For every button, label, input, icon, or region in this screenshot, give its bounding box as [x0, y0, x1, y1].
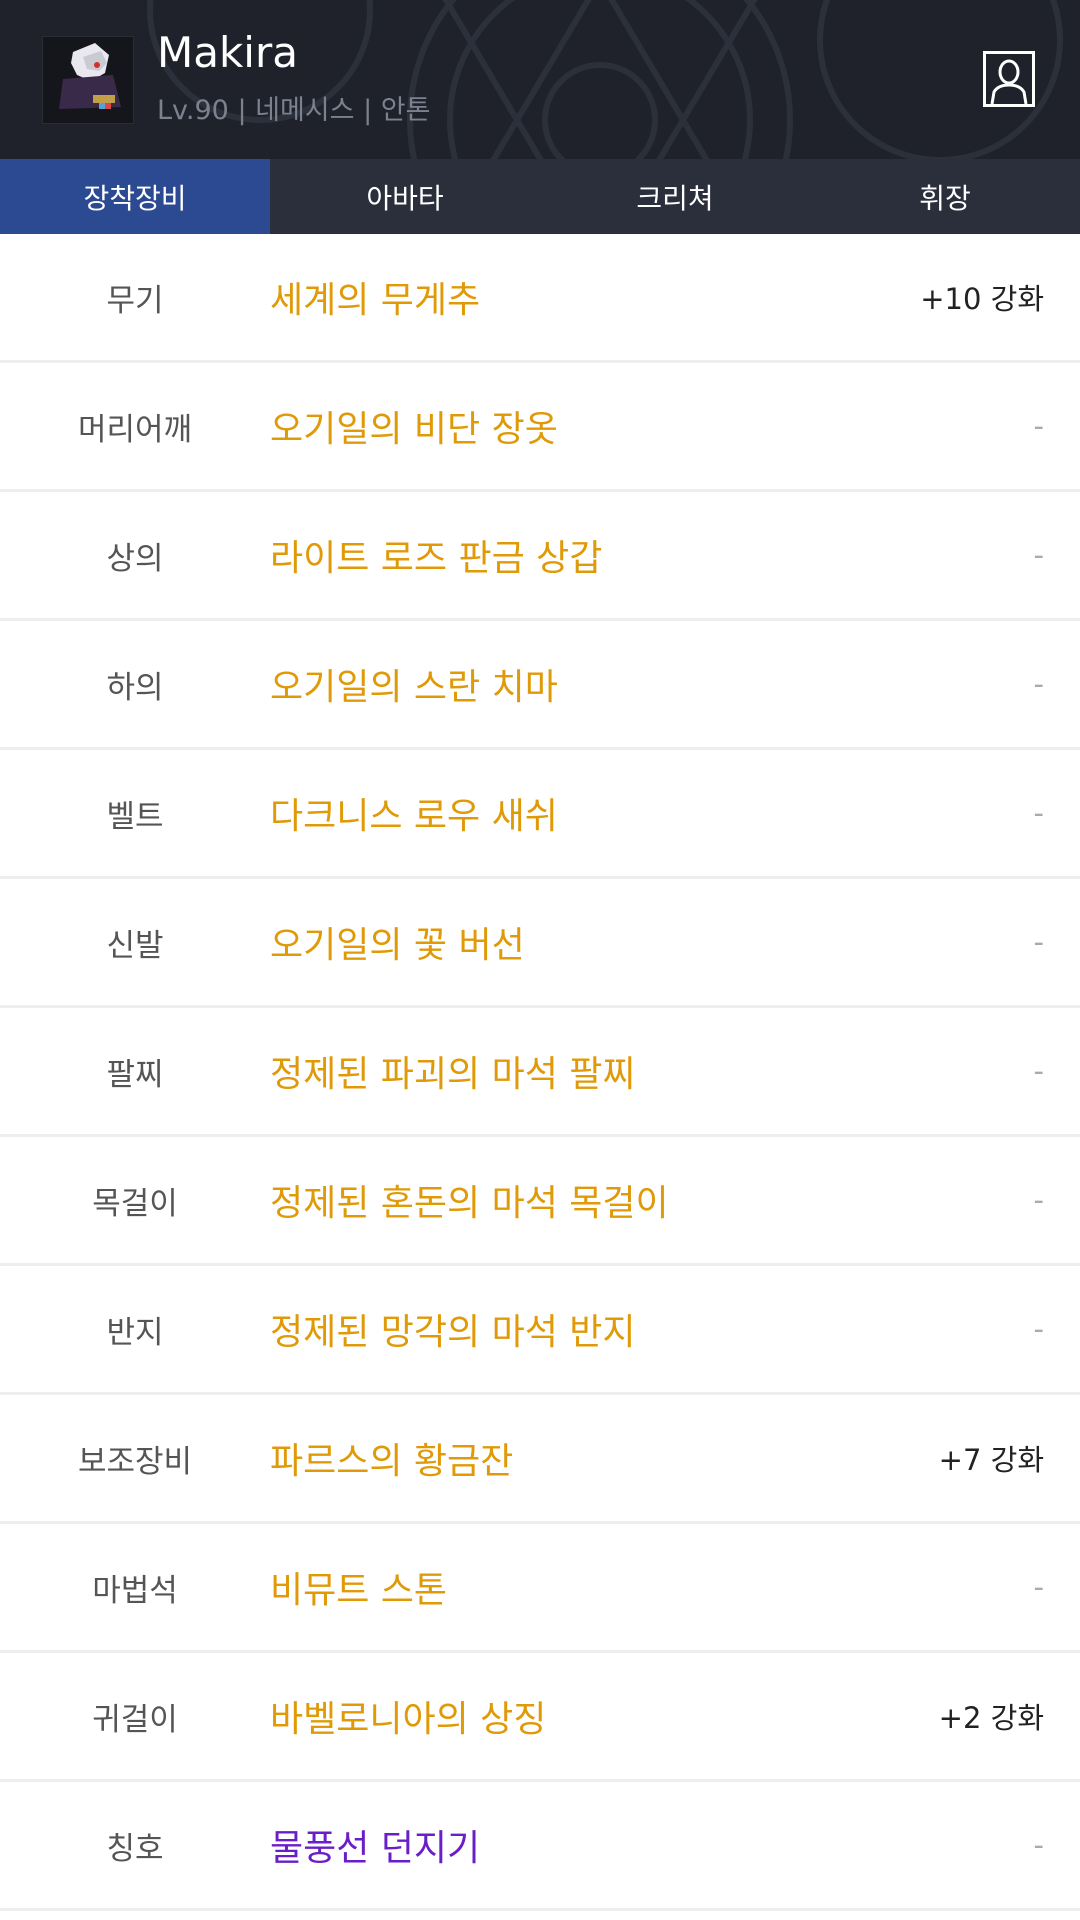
equipment-row[interactable]: 팔찌 정제된 파괴의 마석 팔찌 - [0, 1008, 1080, 1137]
equipment-slot-label: 하의 [106, 669, 164, 706]
equipment-slot-label: 머리어깨 [77, 411, 193, 448]
equipment-item-name[interactable]: 바벨로니아의 상징 [270, 1653, 546, 1779]
equipment-row[interactable]: 귀걸이 바벨로니아의 상징 +2 강화 [0, 1653, 1080, 1782]
equipment-slot-label: 상의 [106, 540, 164, 577]
character-sprite-icon [43, 37, 133, 123]
equipment-item-name[interactable]: 파르스의 황금잔 [270, 1395, 513, 1521]
character-avatar [42, 36, 134, 124]
equipment-reinforce-value: - [1033, 1183, 1044, 1217]
tab-creature[interactable]: 크리쳐 [540, 159, 810, 234]
equipment-item-name[interactable]: 비뮤트 스톤 [270, 1524, 447, 1650]
equipment-item-name[interactable]: 오기일의 스란 치마 [270, 621, 558, 747]
equipment-list: 무기 세계의 무게추 +10 강화머리어깨 오기일의 비단 장옷 - 상의 라이트 로즈 판… [0, 234, 1080, 1911]
equipment-reinforce-value: - [1033, 409, 1044, 443]
equipment-item-name[interactable]: 정제된 망각의 마석 반지 [270, 1266, 636, 1392]
equipment-reinforce-value: +2 강화 [938, 1701, 1044, 1735]
profile-button[interactable] [983, 51, 1035, 107]
equipment-reinforce-value: - [1033, 925, 1044, 959]
equipment-item-name[interactable]: 라이트 로즈 판금 상갑 [270, 492, 602, 618]
equipment-item-name[interactable]: 물풍선 던지기 [270, 1782, 480, 1908]
equipment-reinforce-value: - [1033, 1054, 1044, 1088]
equipment-row[interactable]: 반지 정제된 망각의 마석 반지 - [0, 1266, 1080, 1395]
equipment-slot-label: 벨트 [106, 798, 164, 835]
equipment-reinforce-value: - [1033, 1312, 1044, 1346]
equipment-row[interactable]: 신발 오기일의 꽃 버선 - [0, 879, 1080, 1008]
user-icon [990, 59, 1028, 105]
tab-bar: 장착장비 아바타 크리쳐 휘장 [0, 159, 1080, 234]
equipment-row[interactable]: 하의 오기일의 스란 치마 - [0, 621, 1080, 750]
equipment-reinforce-value: - [1033, 1828, 1044, 1862]
equipment-row[interactable]: 칭호 물풍선 던지기 - [0, 1782, 1080, 1911]
equipment-item-name[interactable]: 다크니스 로우 새쉬 [270, 750, 558, 876]
equipment-row[interactable]: 목걸이 정제된 혼돈의 마석 목걸이 - [0, 1137, 1080, 1266]
equipment-reinforce-value: - [1033, 796, 1044, 830]
tab-emblem[interactable]: 휘장 [810, 159, 1080, 234]
equipment-row[interactable]: 무기 세계의 무게추 +10 강화 [0, 234, 1080, 363]
character-info: Lv.90 | 네메시스 | 안톤 [157, 95, 431, 126]
equipment-slot-label: 마법석 [92, 1572, 178, 1609]
equipment-slot-label: 무기 [106, 282, 164, 319]
magic-circle-background [147, 0, 1063, 159]
equipment-item-name[interactable]: 정제된 파괴의 마석 팔찌 [270, 1008, 636, 1134]
equipment-reinforce-value: - [1033, 667, 1044, 701]
equipment-slot-label: 칭호 [106, 1830, 164, 1867]
equipment-slot-label: 신발 [106, 927, 164, 964]
equipment-row[interactable]: 보조장비 파르스의 황금잔 +7 강화 [0, 1395, 1080, 1524]
equipment-row[interactable]: 상의 라이트 로즈 판금 상갑 - [0, 492, 1080, 621]
equipment-item-name[interactable]: 세계의 무게추 [270, 234, 480, 360]
equipment-reinforce-value: +10 강화 [920, 282, 1044, 316]
equipment-slot-label: 팔찌 [106, 1056, 164, 1093]
equipment-slot-label: 반지 [106, 1314, 164, 1351]
equipment-reinforce-value: - [1033, 1570, 1044, 1604]
character-name: Makira [157, 28, 298, 77]
tab-avatar[interactable]: 아바타 [270, 159, 540, 234]
equipment-reinforce-value: - [1033, 538, 1044, 572]
equipment-item-name[interactable]: 정제된 혼돈의 마석 목걸이 [270, 1137, 669, 1263]
equipment-slot-label: 보조장비 [77, 1443, 193, 1480]
equipment-reinforce-value: +7 강화 [938, 1443, 1044, 1477]
equipment-slot-label: 귀걸이 [92, 1701, 178, 1738]
equipment-row[interactable]: 마법석 비뮤트 스톤 - [0, 1524, 1080, 1653]
equipment-row[interactable]: 머리어깨 오기일의 비단 장옷 - [0, 363, 1080, 492]
equipment-item-name[interactable]: 오기일의 꽃 버선 [270, 879, 525, 1005]
tab-equipment[interactable]: 장착장비 [0, 159, 270, 234]
equipment-slot-label: 목걸이 [92, 1185, 178, 1222]
character-header: Makira Lv.90 | 네메시스 | 안톤 [0, 0, 1080, 159]
equipment-row[interactable]: 벨트 다크니스 로우 새쉬 - [0, 750, 1080, 879]
equipment-item-name[interactable]: 오기일의 비단 장옷 [270, 363, 558, 489]
